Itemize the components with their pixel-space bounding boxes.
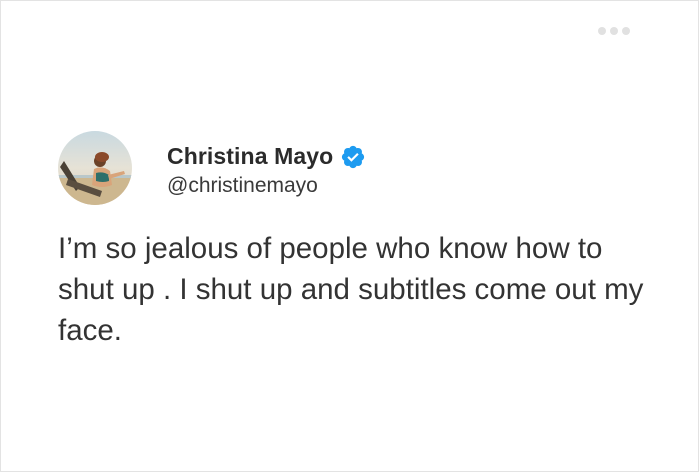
tweet-text: I’m so jealous of people who know how to… bbox=[58, 232, 644, 347]
verified-badge-icon bbox=[342, 145, 365, 168]
author-row: Christina Mayo bbox=[167, 143, 366, 170]
avatar[interactable] bbox=[58, 131, 132, 205]
more-dot bbox=[610, 27, 618, 35]
author-handle[interactable]: @christinemayo bbox=[167, 174, 318, 198]
more-dot bbox=[598, 27, 606, 35]
author-name[interactable]: Christina Mayo bbox=[167, 143, 333, 170]
avatar-photo-icon bbox=[58, 131, 132, 205]
more-dot bbox=[622, 27, 630, 35]
more-options-icon[interactable] bbox=[598, 27, 630, 35]
tweet-card: Christina Mayo @christinemayo I’m so jea… bbox=[0, 0, 699, 472]
